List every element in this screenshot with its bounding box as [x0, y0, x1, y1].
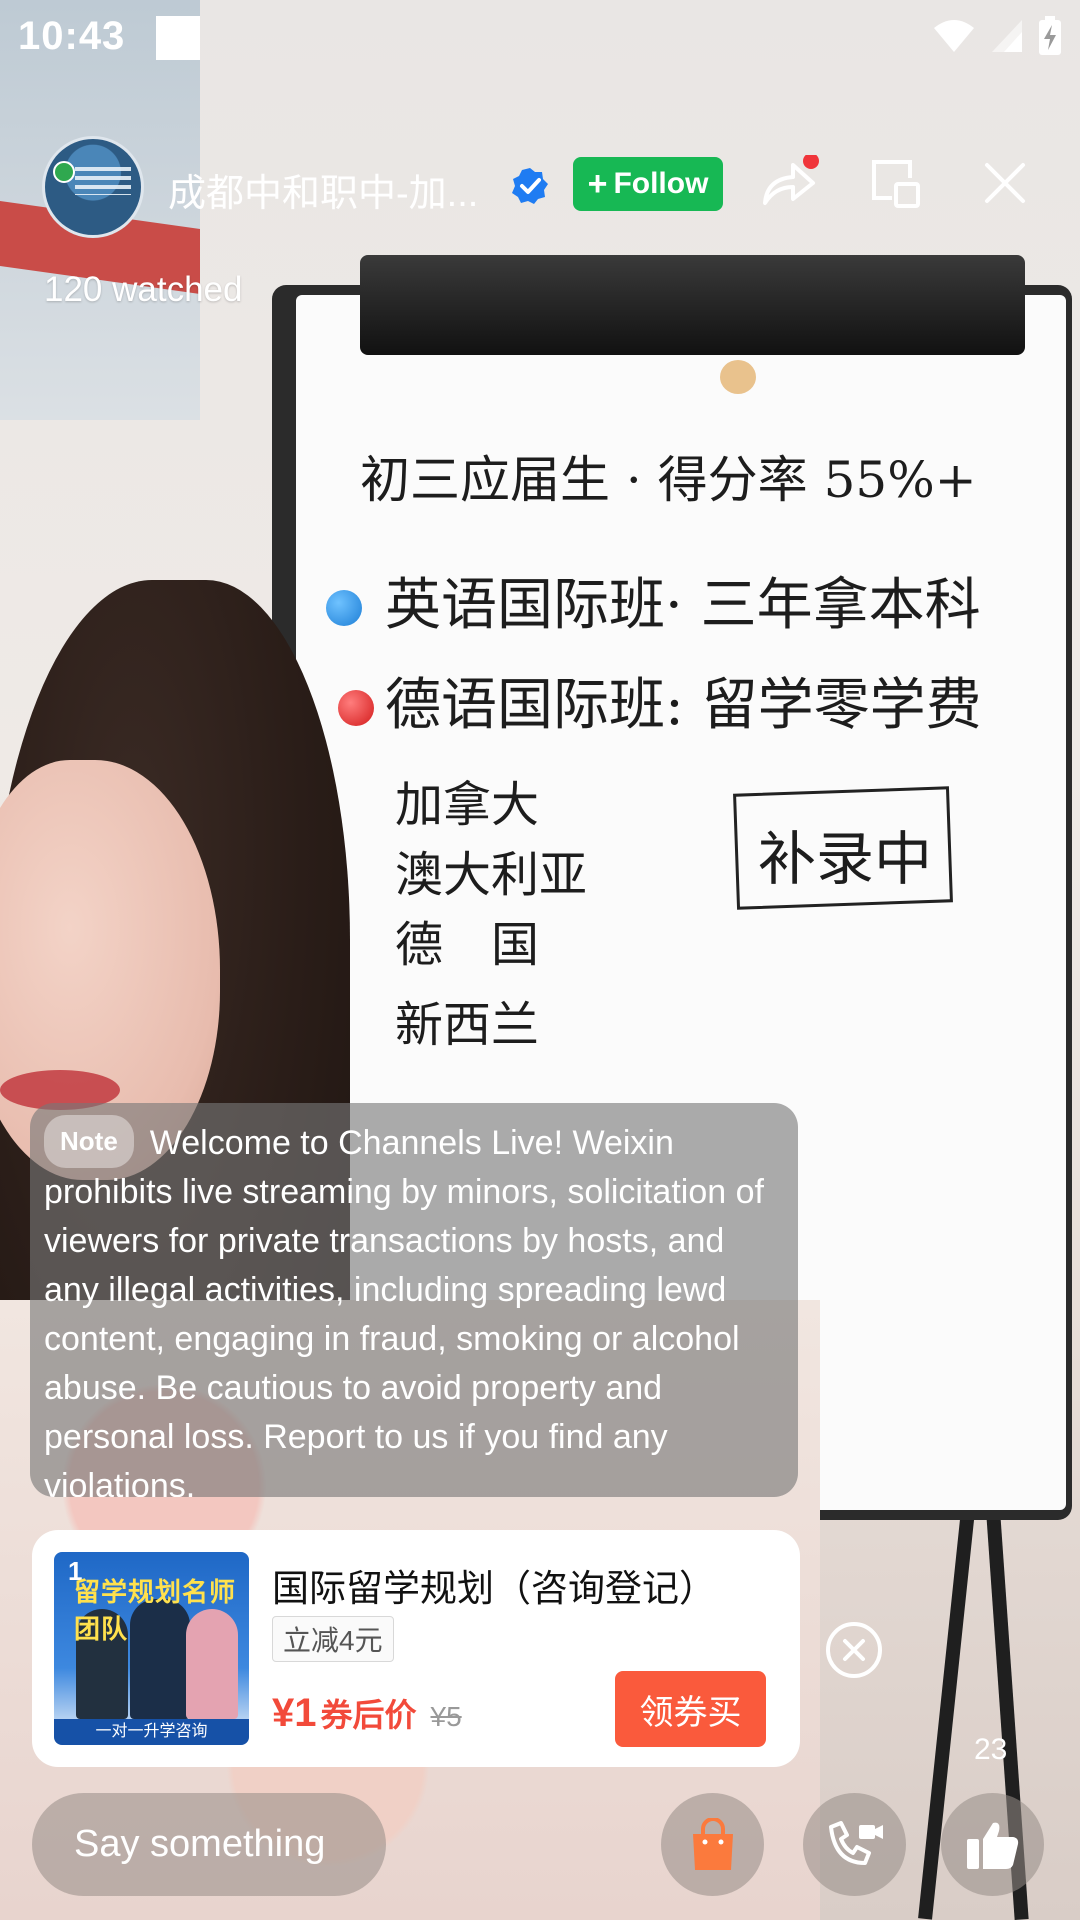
- battery-icon: [1039, 16, 1061, 55]
- price-value: ¥1: [272, 1691, 317, 1735]
- close-product-button[interactable]: [826, 1622, 882, 1678]
- whiteboard-country: 德 国: [395, 917, 540, 973]
- thumbs-up-icon: [966, 1822, 1018, 1869]
- comment-placeholder: Say something: [74, 1823, 326, 1865]
- minimize-window-button[interactable]: [862, 150, 928, 216]
- thumb-title: 留学规划名师团队: [74, 1578, 237, 1645]
- whiteboard-line-2: 英语国际班· 三年拿本科: [385, 573, 981, 638]
- whiteboard-clip: [360, 255, 1025, 355]
- close-button[interactable]: [972, 150, 1038, 216]
- wifi-icon: [934, 20, 974, 52]
- status-bar: 10:43: [0, 0, 1080, 75]
- watched-count: 120 watched: [44, 270, 243, 309]
- product-title[interactable]: 国际留学规划（咨询登记）: [272, 1558, 716, 1612]
- claim-coupon-buy-button[interactable]: 领券买: [615, 1671, 766, 1747]
- follow-button[interactable]: + Follow: [573, 157, 723, 211]
- channel-avatar[interactable]: [42, 136, 144, 238]
- notice-body: Note Welcome to Channels Live! Weixin pro…: [44, 1115, 784, 1497]
- note-tag: Note: [44, 1115, 134, 1168]
- live-notice: Note Welcome to Channels Live! Weixin pro…: [30, 1103, 798, 1497]
- follow-label: Follow: [613, 167, 709, 200]
- magnet: [720, 360, 756, 394]
- channel-name[interactable]: 成都中和职中-加...: [168, 162, 498, 217]
- whiteboard-country: 加拿大: [395, 777, 540, 833]
- like-button[interactable]: [941, 1793, 1044, 1896]
- picture-in-picture-icon: [872, 160, 920, 208]
- call-button[interactable]: [803, 1793, 906, 1896]
- price-suffix: 券后价: [320, 1697, 417, 1733]
- whiteboard-line-1: 初三应届生 · 得分率 55%+: [360, 451, 977, 509]
- coupon-tag: 立减4元: [272, 1616, 394, 1662]
- whiteboard-country: 新西兰: [395, 997, 540, 1053]
- like-count: 23: [974, 1733, 1008, 1766]
- whiteboard-line-3: 德语国际班: 留学零学费: [385, 673, 982, 738]
- video-call-icon: [828, 1820, 883, 1865]
- original-price: ¥5: [430, 1701, 462, 1732]
- close-icon: [843, 1639, 865, 1661]
- status-icons: [932, 16, 1062, 56]
- thumb-subtitle: 一对一升学咨询: [54, 1719, 249, 1745]
- price-row: ¥1 券后价 ¥5: [272, 1690, 462, 1736]
- product-thumbnail[interactable]: 1 留学规划名师团队 一对一升学咨询: [54, 1552, 249, 1745]
- shop-button[interactable]: [661, 1793, 764, 1896]
- blue-dot: [326, 590, 362, 626]
- live-header: 成都中和职中-加... + Follow: [0, 130, 1080, 240]
- avatar-text-lines: [75, 167, 131, 195]
- whiteboard-boxed-text: 补录中: [758, 825, 933, 893]
- comment-input[interactable]: Say something: [32, 1793, 386, 1896]
- plus-icon: +: [587, 165, 608, 203]
- whiteboard-country: 澳大利亚: [395, 847, 588, 903]
- verified-icon: [512, 168, 548, 204]
- notice-text: Welcome to Channels Live! Weixin prohibi…: [44, 1124, 764, 1497]
- share-button[interactable]: [756, 150, 822, 216]
- share-icon: [763, 155, 819, 205]
- product-card[interactable]: 1 留学规划名师团队 一对一升学咨询 国际留学规划（咨询登记） 立减4元 ¥1 券…: [32, 1530, 800, 1767]
- status-time: 10:43: [18, 14, 126, 58]
- red-dot: [338, 690, 374, 726]
- close-icon: [985, 163, 1025, 203]
- signal-icon: [992, 20, 1022, 52]
- shopping-bag-icon: [692, 1817, 733, 1870]
- school-logo-icon: [53, 161, 75, 183]
- notification-icon: [156, 16, 200, 60]
